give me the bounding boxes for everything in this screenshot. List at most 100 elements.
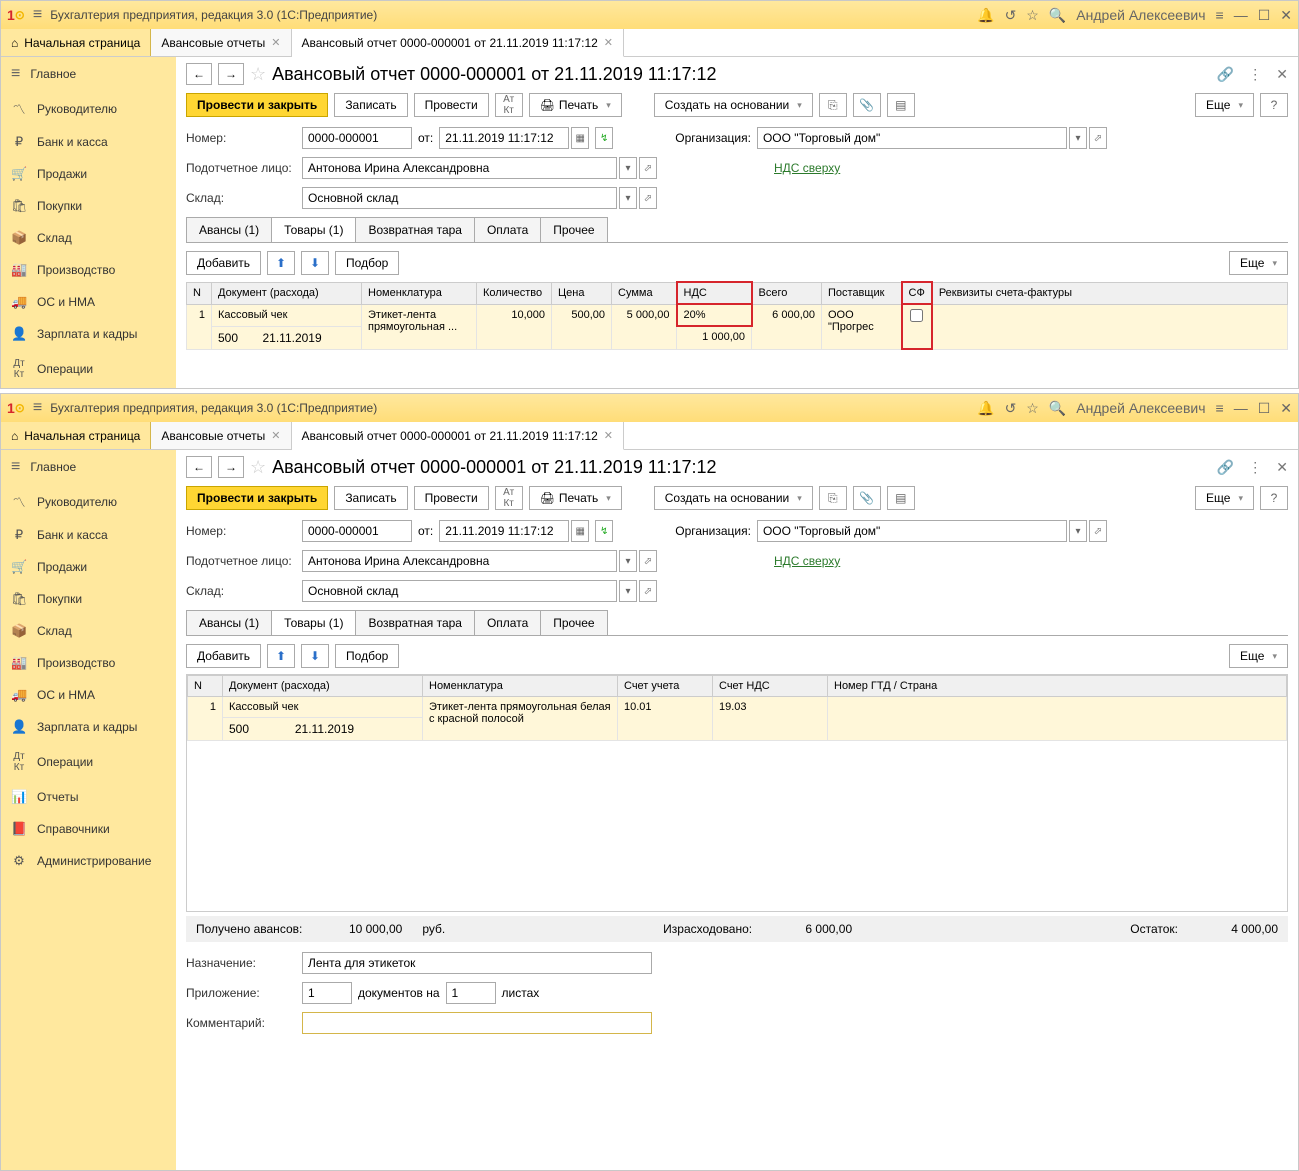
sf-checkbox[interactable] [910,309,923,322]
sidebar-item-operations[interactable]: ДтКтОперации [1,350,176,388]
move-down-button[interactable]: ⬇ [301,644,329,668]
extra-button[interactable]: ▤ [887,486,915,510]
settings-icon[interactable]: ≡ [1216,7,1224,23]
open-icon[interactable]: ⬀ [1089,127,1107,149]
sidebar-item-warehouse[interactable]: 📦Склад [1,615,176,647]
close-icon[interactable]: ✕ [1280,400,1292,417]
more-button[interactable]: Еще [1195,486,1254,510]
more-button[interactable]: Еще [1229,251,1288,275]
close-icon[interactable]: ✕ [1276,66,1288,83]
sidebar-item-manager[interactable]: 〽Руководителю [1,484,176,519]
sidebar-item-bank[interactable]: ₽Банк и касса [1,126,176,158]
sidebar-item-salary[interactable]: 👤Зарплата и кадры [1,711,176,743]
star-icon[interactable]: ☆ [1026,7,1039,24]
sidebar-item-assets[interactable]: 🚚ОС и НМА [1,679,176,711]
menu-icon[interactable]: ≡ [33,399,42,417]
sidebar-item-bank[interactable]: ₽Банк и касса [1,519,176,551]
sidebar-item-sales[interactable]: 🛒Продажи [1,551,176,583]
minimize-icon[interactable]: — [1234,7,1248,23]
calendar-icon[interactable]: ▦ [571,127,589,149]
select-button[interactable]: Подбор [335,644,399,668]
att-docs-input[interactable] [302,982,352,1004]
tab-document[interactable]: Авансовый отчет 0000-000001 от 21.11.201… [292,29,625,57]
nav-back-button[interactable]: ← [186,63,212,85]
sidebar-item-sales[interactable]: 🛒Продажи [1,158,176,190]
dt-kt-button[interactable]: АтКт [495,93,523,117]
move-up-button[interactable]: ⬆ [267,644,295,668]
sidebar-item-main[interactable]: ≡Главное [1,450,176,484]
tab-other[interactable]: Прочее [540,217,607,242]
bell-icon[interactable]: 🔔 [977,400,994,417]
tab-close-icon[interactable]: ✕ [604,36,613,49]
open-icon[interactable]: ⬀ [639,580,657,602]
more-button[interactable]: Еще [1229,644,1288,668]
post-button[interactable]: Провести [414,93,489,117]
comment-input[interactable] [302,1012,652,1034]
bell-icon[interactable]: 🔔 [977,7,994,24]
posted-icon[interactable]: ↯ [595,127,613,149]
sidebar-item-production[interactable]: 🏭Производство [1,254,176,286]
add-button[interactable]: Добавить [186,251,261,275]
add-button[interactable]: Добавить [186,644,261,668]
tab-other[interactable]: Прочее [540,610,607,635]
post-button[interactable]: Провести [414,486,489,510]
create-based-button[interactable]: Создать на основании [654,486,813,510]
vat-link[interactable]: НДС сверху [774,161,840,175]
tab-goods[interactable]: Товары (1) [271,217,356,242]
open-icon[interactable]: ⬀ [1089,520,1107,542]
sidebar-item-purchases[interactable]: 🛍Покупки [1,583,176,615]
number-input[interactable] [302,127,412,149]
dropdown-icon[interactable]: ▾ [619,157,637,179]
purpose-input[interactable] [302,952,652,974]
kebab-icon[interactable]: ⋮ [1248,66,1262,83]
tab-home[interactable]: ⌂Начальная страница [1,29,151,56]
tab-reports[interactable]: Авансовые отчеты✕ [151,29,291,56]
warehouse-input[interactable] [302,580,617,602]
post-close-button[interactable]: Провести и закрыть [186,93,328,117]
help-button[interactable]: ? [1260,486,1288,510]
number-input[interactable] [302,520,412,542]
star-icon[interactable]: ☆ [1026,400,1039,417]
attach-button[interactable]: 📎 [853,486,881,510]
history-icon[interactable]: ↺ [1005,7,1017,24]
copy-button[interactable]: ⎘ [819,93,847,117]
tab-advances[interactable]: Авансы (1) [186,217,272,242]
history-icon[interactable]: ↺ [1005,400,1017,417]
more-button[interactable]: Еще [1195,93,1254,117]
sidebar-item-reports[interactable]: 📊Отчеты [1,781,176,813]
org-input[interactable] [757,520,1067,542]
record-button[interactable]: Записать [334,93,407,117]
help-button[interactable]: ? [1260,93,1288,117]
person-input[interactable] [302,157,617,179]
user-name[interactable]: Андрей Алексеевич [1076,7,1205,23]
minimize-icon[interactable]: — [1234,400,1248,416]
sidebar-item-production[interactable]: 🏭Производство [1,647,176,679]
dropdown-icon[interactable]: ▾ [1069,520,1087,542]
tab-close-icon[interactable]: ✕ [271,36,280,49]
tab-payment[interactable]: Оплата [474,610,541,635]
nav-forward-button[interactable]: → [218,63,244,85]
print-button[interactable]: 🖨 Печать [529,486,622,510]
sidebar-item-assets[interactable]: 🚚ОС и НМА [1,286,176,318]
move-down-button[interactable]: ⬇ [301,251,329,275]
link-icon[interactable]: 🔗 [1217,459,1234,476]
warehouse-input[interactable] [302,187,617,209]
dropdown-icon[interactable]: ▾ [619,550,637,572]
tab-payment[interactable]: Оплата [474,217,541,242]
nav-back-button[interactable]: ← [186,456,212,478]
sidebar-item-admin[interactable]: ⚙Администрирование [1,845,176,877]
tab-advances[interactable]: Авансы (1) [186,610,272,635]
open-icon[interactable]: ⬀ [639,550,657,572]
att-sheets-input[interactable] [446,982,496,1004]
dropdown-icon[interactable]: ▾ [619,580,637,602]
tab-home[interactable]: ⌂Начальная страница [1,422,151,449]
favorite-icon[interactable]: ☆ [250,64,266,85]
post-close-button[interactable]: Провести и закрыть [186,486,328,510]
sidebar-item-warehouse[interactable]: 📦Склад [1,222,176,254]
search-icon[interactable]: 🔍 [1049,400,1066,417]
favorite-icon[interactable]: ☆ [250,457,266,478]
calendar-icon[interactable]: ▦ [571,520,589,542]
date-input[interactable] [439,127,569,149]
close-icon[interactable]: ✕ [1280,7,1292,24]
nav-forward-button[interactable]: → [218,456,244,478]
